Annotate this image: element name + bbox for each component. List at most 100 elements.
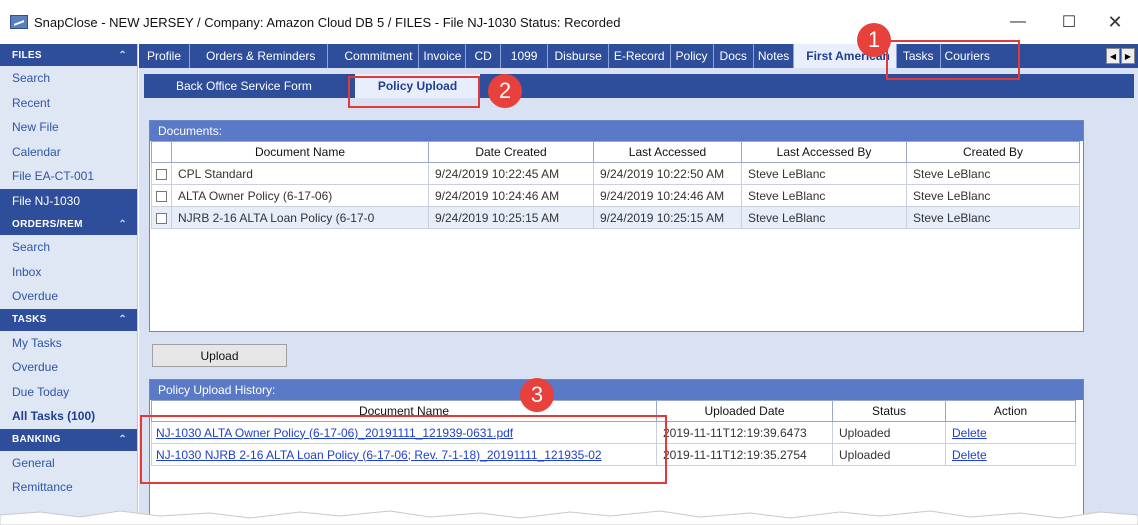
delete-link[interactable]: Delete xyxy=(952,426,987,440)
status-cell: Uploaded xyxy=(832,421,946,444)
sidebar-item-calendar[interactable]: Calendar xyxy=(0,140,137,165)
table-row[interactable]: NJRB 2-16 ALTA Loan Policy (6-17-0 9/24/… xyxy=(151,206,1080,229)
table-row[interactable]: CPL Standard 9/24/2019 10:22:45 AM 9/24/… xyxy=(151,162,1080,185)
document-name-cell: CPL Standard xyxy=(171,162,429,185)
column-header-status[interactable]: Status xyxy=(832,400,946,422)
tab-docs[interactable]: Docs xyxy=(714,44,754,68)
sidebar-header-label: BANKING xyxy=(12,434,61,445)
tab-profile[interactable]: Profile xyxy=(139,44,191,68)
callout-box-first-american xyxy=(886,40,1020,80)
sidebar-item-orders-overdue[interactable]: Overdue xyxy=(0,284,137,309)
minimize-button[interactable]: — xyxy=(995,8,1041,36)
sidebar-header-label: ORDERS/REM xyxy=(12,218,83,230)
tab-scroll-left-icon[interactable]: ◀ xyxy=(1106,48,1120,64)
sidebar-item-inbox[interactable]: Inbox xyxy=(0,260,137,285)
sidebar-item-general[interactable]: General xyxy=(0,451,137,476)
row-checkbox[interactable] xyxy=(156,190,167,202)
tab-policy[interactable]: Policy xyxy=(671,44,714,68)
sidebar-item-all-tasks[interactable]: All Tasks (100) xyxy=(0,404,137,429)
sidebar-header-files[interactable]: FILES ⌃ xyxy=(0,44,137,66)
date-created-cell: 9/24/2019 10:24:46 AM xyxy=(428,184,594,207)
documents-panel: Documents: Document Name Date Created La… xyxy=(149,120,1084,332)
tab-invoice[interactable]: Invoice xyxy=(419,44,467,68)
last-accessed-by-cell: Steve LeBlanc xyxy=(741,206,907,229)
action-cell: Delete xyxy=(945,421,1076,444)
sidebar-header-label: FILES xyxy=(12,49,42,61)
document-name-cell: ALTA Owner Policy (6-17-06) xyxy=(171,184,429,207)
row-checkbox[interactable] xyxy=(156,212,167,224)
tab-orders-reminders[interactable]: Orders & Reminders xyxy=(190,44,329,68)
snapclose-logo-icon xyxy=(10,15,28,29)
subtab-back-office-service-form[interactable]: Back Office Service Form xyxy=(176,74,312,98)
action-cell: Delete xyxy=(945,443,1076,466)
delete-link[interactable]: Delete xyxy=(952,448,987,462)
callout-box-policy-upload xyxy=(348,76,480,108)
row-checkbox[interactable] xyxy=(156,168,167,180)
tab-cd[interactable]: CD xyxy=(466,44,501,68)
date-created-cell: 9/24/2019 10:25:15 AM xyxy=(428,206,594,229)
sidebar-item-remittance[interactable]: Remittance xyxy=(0,475,137,500)
callout-badge-3: 3 xyxy=(520,378,554,412)
tab-disburse[interactable]: Disburse xyxy=(548,44,609,68)
sidebar: FILES ⌃ Search Recent New File Calendar F… xyxy=(0,44,138,525)
documents-header-row: Document Name Date Created Last Accessed… xyxy=(151,141,1080,163)
collapse-chevron-icon[interactable]: ⌃ xyxy=(118,314,127,325)
callout-badge-1: 1 xyxy=(857,23,891,57)
sidebar-header-orders[interactable]: ORDERS/REM ⌃ xyxy=(0,213,137,235)
sidebar-item-tasks-overdue[interactable]: Overdue xyxy=(0,355,137,380)
last-accessed-cell: 9/24/2019 10:24:46 AM xyxy=(593,184,742,207)
close-button[interactable]: ✕ xyxy=(1092,8,1138,36)
tab-notes[interactable]: Notes xyxy=(754,44,795,68)
sidebar-item-my-tasks[interactable]: My Tasks xyxy=(0,331,137,356)
uploaded-date-cell: 2019-11-11T12:19:39.6473 xyxy=(656,421,833,444)
uploaded-date-cell: 2019-11-11T12:19:35.2754 xyxy=(656,443,833,466)
column-header-uploaded-date[interactable]: Uploaded Date xyxy=(656,400,833,422)
collapse-chevron-icon[interactable]: ⌃ xyxy=(118,434,127,445)
table-row[interactable]: ALTA Owner Policy (6-17-06) 9/24/2019 10… xyxy=(151,184,1080,207)
sidebar-header-label: TASKS xyxy=(12,314,47,325)
sidebar-item-file-ea-ct-001[interactable]: File EA-CT-001 xyxy=(0,164,137,189)
maximize-button[interactable]: ☐ xyxy=(1046,8,1092,36)
sidebar-item-recent[interactable]: Recent xyxy=(0,91,137,116)
created-by-cell: Steve LeBlanc xyxy=(906,162,1080,185)
checkbox-column-header xyxy=(151,141,172,163)
last-accessed-by-cell: Steve LeBlanc xyxy=(741,162,907,185)
tab-e-record[interactable]: E-Record xyxy=(609,44,671,68)
tab-scroll-right-icon[interactable]: ▶ xyxy=(1121,48,1135,64)
upload-button[interactable]: Upload xyxy=(152,344,287,367)
sidebar-header-tasks[interactable]: TASKS ⌃ xyxy=(0,308,137,331)
row-checkbox-cell xyxy=(151,162,172,185)
callout-badge-2: 2 xyxy=(488,74,522,108)
title-bar: SnapClose - NEW JERSEY / Company: Amazon… xyxy=(0,8,1138,36)
callout-box-upload-history xyxy=(140,415,667,484)
column-header-created-by[interactable]: Created By xyxy=(906,141,1080,163)
column-header-document-name[interactable]: Document Name xyxy=(171,141,429,163)
tab-1099[interactable]: 1099 xyxy=(501,44,549,68)
documents-panel-title: Documents: xyxy=(150,121,1083,141)
sidebar-item-orders-search[interactable]: Search xyxy=(0,235,137,260)
collapse-chevron-icon[interactable]: ⌃ xyxy=(118,50,127,61)
upload-history-panel-title: Policy Upload History: xyxy=(150,380,1083,400)
column-header-date-created[interactable]: Date Created xyxy=(428,141,594,163)
created-by-cell: Steve LeBlanc xyxy=(906,184,1080,207)
column-header-action[interactable]: Action xyxy=(945,400,1076,422)
documents-table: Document Name Date Created Last Accessed… xyxy=(151,141,1080,229)
column-header-last-accessed[interactable]: Last Accessed xyxy=(593,141,742,163)
row-checkbox-cell xyxy=(151,184,172,207)
sidebar-item-due-today[interactable]: Due Today xyxy=(0,380,137,405)
created-by-cell: Steve LeBlanc xyxy=(906,206,1080,229)
last-accessed-by-cell: Steve LeBlanc xyxy=(741,184,907,207)
collapse-chevron-icon[interactable]: ⌃ xyxy=(118,219,127,230)
sidebar-item-search[interactable]: Search xyxy=(0,66,137,91)
date-created-cell: 9/24/2019 10:22:45 AM xyxy=(428,162,594,185)
sidebar-header-banking[interactable]: BANKING ⌃ xyxy=(0,428,137,451)
tab-commitment[interactable]: Commitment xyxy=(328,44,420,68)
last-accessed-cell: 9/24/2019 10:22:50 AM xyxy=(593,162,742,185)
document-name-cell: NJRB 2-16 ALTA Loan Policy (6-17-0 xyxy=(171,206,429,229)
last-accessed-cell: 9/24/2019 10:25:15 AM xyxy=(593,206,742,229)
column-header-last-accessed-by[interactable]: Last Accessed By xyxy=(741,141,907,163)
torn-edge-decoration xyxy=(0,510,1138,525)
sidebar-item-file-nj-1030[interactable]: File NJ-1030 xyxy=(0,188,137,213)
window-title: SnapClose - NEW JERSEY / Company: Amazon… xyxy=(34,14,621,30)
sidebar-item-new-file[interactable]: New File xyxy=(0,115,137,140)
